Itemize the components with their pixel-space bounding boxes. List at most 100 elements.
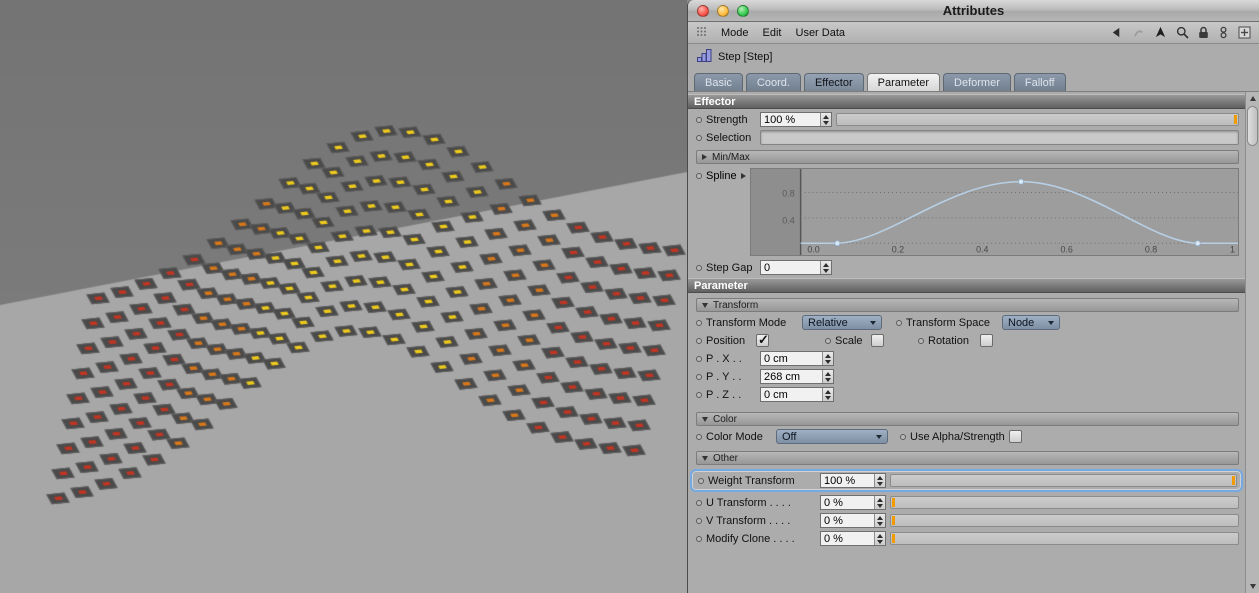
weight-transform-slider[interactable] — [890, 474, 1237, 487]
v-transform-slider[interactable] — [890, 514, 1239, 527]
selection-field[interactable] — [760, 130, 1239, 145]
keyframe-dot[interactable] — [696, 116, 702, 123]
spline-menu-arrow-icon[interactable] — [740, 172, 746, 179]
keyframe-dot[interactable] — [696, 391, 702, 398]
u-transform-slider[interactable] — [890, 496, 1239, 509]
back-icon[interactable] — [1110, 26, 1123, 39]
keyframe-dot[interactable] — [696, 337, 702, 344]
spline-point-start[interactable] — [833, 240, 840, 247]
keyframe-dot[interactable] — [696, 355, 702, 362]
u-transform-field[interactable]: 0 % — [820, 495, 886, 510]
slider-marker[interactable] — [892, 498, 895, 507]
color-mode-dropdown[interactable]: Off — [776, 429, 888, 444]
stepper[interactable] — [822, 388, 833, 401]
keyframe-dot[interactable] — [896, 319, 902, 326]
slider-marker[interactable] — [892, 534, 895, 543]
selection-row: Selection — [696, 130, 1239, 145]
color-group-header[interactable]: Color — [696, 412, 1239, 426]
stepper[interactable] — [874, 496, 885, 509]
v-transform-field[interactable]: 0 % — [820, 513, 886, 528]
stepper[interactable] — [874, 532, 885, 545]
screen: Attributes Mode Edit User Data Step [Ste… — [0, 0, 1259, 593]
tab-basic[interactable]: Basic — [694, 73, 743, 91]
window-titlebar[interactable]: Attributes — [688, 0, 1259, 22]
keyframe-dot[interactable] — [696, 264, 702, 271]
weight-transform-field[interactable]: 100 % — [820, 473, 886, 488]
other-group-header[interactable]: Other — [696, 451, 1239, 465]
keyframe-dot[interactable] — [696, 517, 702, 524]
slider-marker[interactable] — [892, 516, 895, 525]
transform-group-header[interactable]: Transform — [696, 298, 1239, 312]
keyframe-dot[interactable] — [696, 319, 702, 326]
parameter-section-header: Parameter — [688, 278, 1245, 293]
keyframe-dot[interactable] — [696, 373, 702, 380]
menu-edit[interactable]: Edit — [763, 27, 782, 39]
minimize-button[interactable] — [717, 4, 729, 17]
menu-user-data[interactable]: User Data — [796, 27, 846, 39]
strength-slider[interactable] — [836, 113, 1239, 126]
p-z-field[interactable]: 0 cm — [760, 387, 834, 402]
transform-space-dropdown[interactable]: Node — [1002, 315, 1060, 330]
stepper[interactable] — [822, 370, 833, 383]
weight-transform-highlight: Weight Transform 100 % — [690, 469, 1243, 492]
link-icon[interactable] — [1218, 26, 1229, 39]
stepper[interactable] — [820, 261, 831, 274]
scrollbar-thumb[interactable] — [1247, 106, 1258, 146]
scroll-up-button[interactable] — [1246, 92, 1259, 105]
spline-point-end[interactable] — [1194, 240, 1201, 247]
add-panel-icon[interactable] — [1238, 26, 1251, 39]
stepper[interactable] — [822, 352, 833, 365]
keyframe-dot[interactable] — [825, 337, 831, 344]
window-title: Attributes — [942, 3, 1005, 18]
tab-deformer[interactable]: Deformer — [943, 73, 1011, 91]
slider-marker[interactable] — [1234, 115, 1237, 124]
minmax-group-header[interactable]: Min/Max — [696, 150, 1239, 164]
menu-mode[interactable]: Mode — [721, 27, 749, 39]
slider-marker[interactable] — [1232, 476, 1235, 485]
transform-mode-dropdown[interactable]: Relative — [802, 315, 882, 330]
keyframe-dot[interactable] — [918, 337, 924, 344]
keyframe-dot[interactable] — [696, 134, 702, 141]
up-arrow-icon[interactable] — [1154, 26, 1167, 39]
zoom-button[interactable] — [737, 4, 749, 17]
stepper[interactable] — [874, 514, 885, 527]
spline-editor[interactable]: 0.8 0.4 0.0 0.2 0.4 0.6 0.8 1 — [749, 168, 1239, 256]
panel-grid-icon[interactable] — [696, 26, 707, 40]
strength-field[interactable]: 100 % — [760, 112, 832, 127]
step-gap-field[interactable]: 0 — [760, 260, 832, 275]
vertical-scrollbar[interactable] — [1245, 92, 1259, 593]
menu-icons — [1110, 26, 1251, 39]
use-alpha-checkbox[interactable] — [1008, 430, 1022, 443]
tab-falloff[interactable]: Falloff — [1013, 73, 1066, 91]
modify-clone-field[interactable]: 0 % — [820, 531, 886, 546]
spline-point-peak[interactable] — [1017, 178, 1024, 185]
keyframe-dot[interactable] — [696, 172, 702, 179]
position-checkbox[interactable] — [756, 332, 769, 348]
object-row[interactable]: Step [Step] — [688, 44, 1259, 70]
scale-checkbox[interactable] — [871, 334, 884, 347]
keyframe-dot[interactable] — [696, 535, 702, 542]
keyframe-dot[interactable] — [900, 433, 906, 440]
stepper[interactable] — [874, 474, 885, 487]
tab-coord[interactable]: Coord. — [745, 73, 801, 91]
spline-curve[interactable] — [800, 180, 1238, 245]
search-icon[interactable] — [1176, 26, 1189, 39]
modify-clone-slider[interactable] — [890, 532, 1239, 545]
lock-icon[interactable] — [1198, 26, 1209, 39]
y-tick-label: 0.4 — [782, 216, 794, 226]
object-label: Step [Step] — [718, 51, 773, 63]
p-x-field[interactable]: 0 cm — [760, 351, 834, 366]
close-button[interactable] — [697, 4, 709, 17]
keyframe-dot[interactable] — [696, 433, 702, 440]
stepper[interactable] — [820, 113, 831, 126]
scroll-down-button[interactable] — [1246, 580, 1259, 593]
keyframe-dot[interactable] — [696, 499, 702, 506]
rotation-checkbox[interactable] — [980, 334, 993, 347]
p-y-field[interactable]: 268 cm — [760, 369, 834, 384]
tab-effector[interactable]: Effector — [803, 73, 864, 91]
viewport-3d[interactable] — [0, 0, 687, 593]
tab-parameter[interactable]: Parameter — [866, 73, 941, 91]
forward-icon[interactable] — [1132, 26, 1145, 39]
color-mode-row: Color Mode Off Use Alpha/Strength — [696, 429, 1239, 444]
keyframe-dot[interactable] — [698, 477, 704, 484]
